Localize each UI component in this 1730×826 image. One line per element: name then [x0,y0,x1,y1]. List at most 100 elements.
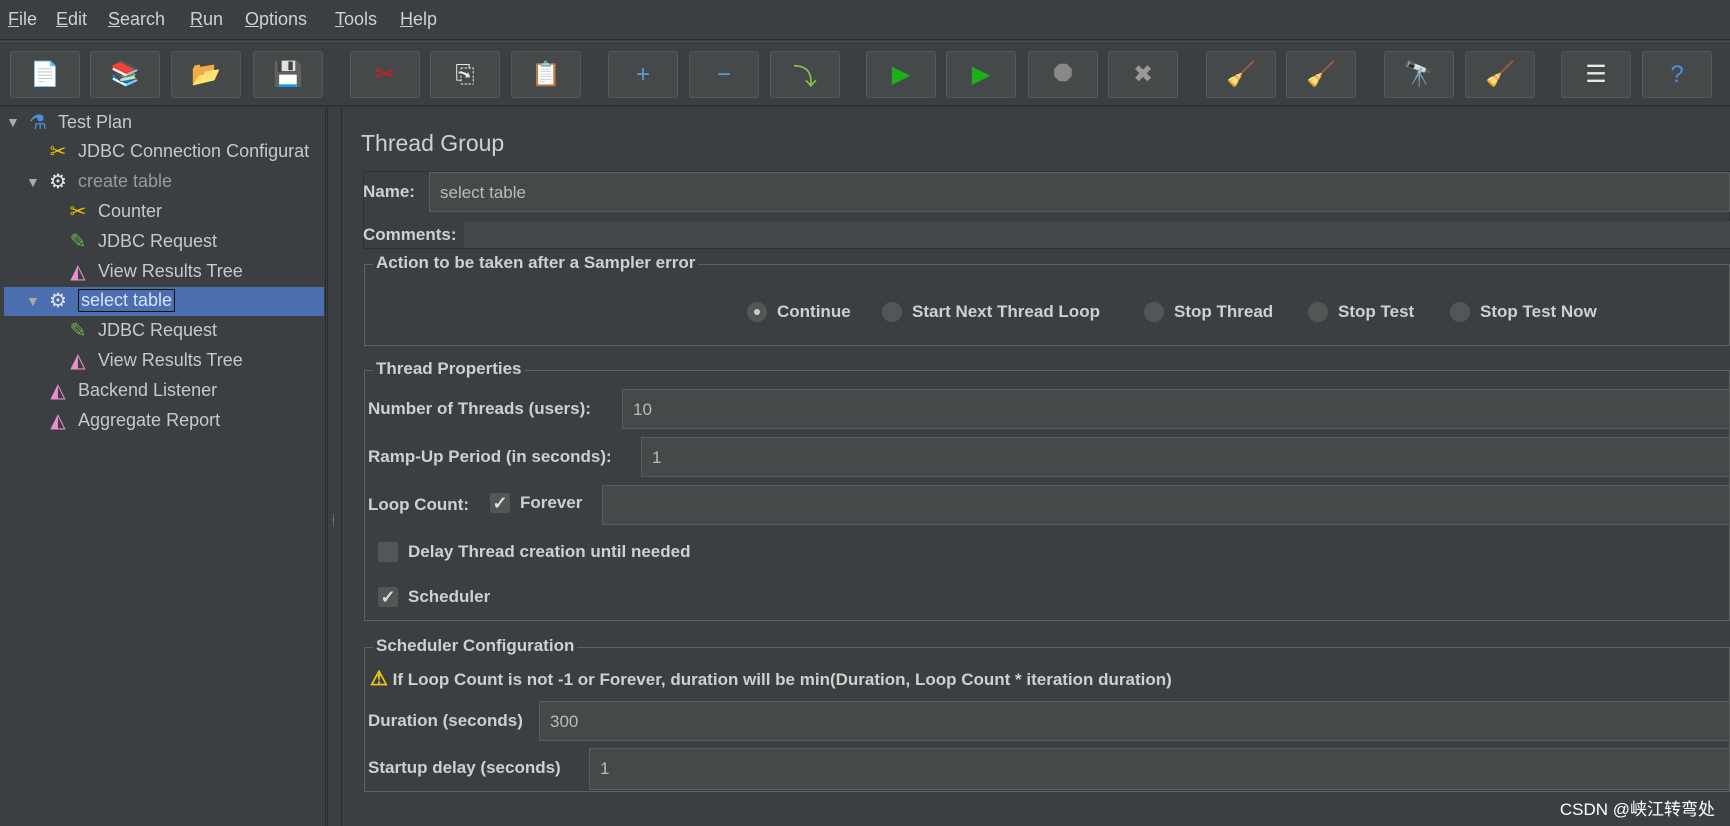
clear-button[interactable]: 🧹 [1206,51,1276,98]
name-input[interactable]: select table [429,172,1730,212]
search-button[interactable]: 🔭 [1384,51,1454,98]
save-button[interactable]: 💾 [253,51,323,98]
radio-continue[interactable]: Continue [747,302,851,322]
delay-thread-checkbox[interactable]: Delay Thread creation until needed [378,542,690,562]
menu-bar: File Edit Search Run Options Tools Help [0,0,1730,40]
menu-run[interactable]: Run [190,9,223,30]
radio-start-next-thread-loop[interactable]: Start Next Thread Loop [882,302,1100,322]
scheduler-checkbox[interactable]: ✓ Scheduler [378,587,490,607]
start-no-pauses-button[interactable]: ▶ [946,51,1016,98]
warning-icon: ⚠ [370,668,388,690]
start-button[interactable]: ▶ [866,51,936,98]
reset-search-button[interactable]: 🧹 [1465,51,1535,98]
tree-item[interactable]: ✂ JDBC Connection Configurat [44,138,310,166]
expand-button[interactable]: + [608,51,678,98]
comments-input[interactable] [464,221,1730,248]
open-button[interactable]: 📂 [171,51,241,98]
expand-toggle-icon[interactable]: ▼ [6,114,24,130]
copy-button[interactable]: ⎘ [430,51,500,98]
tree-item[interactable]: ◭ View Results Tree [64,346,243,374]
menu-options[interactable]: Options [245,9,307,30]
templates-button[interactable]: 📚 [90,51,160,98]
flask-icon: ⚗ [29,111,47,134]
duration-label: Duration (seconds) [368,711,523,730]
tree-item[interactable]: ◭ Backend Listener [44,376,217,404]
clear-all-icon: 🧹 [1306,61,1336,88]
stop-icon: ⯃ [1053,60,1073,88]
save-icon: 💾 [273,61,303,88]
startup-delay-input[interactable]: 1 [589,748,1730,790]
tree-item-label: Backend Listener [78,379,218,400]
function-helper-button[interactable]: ☰ [1561,51,1631,98]
tree-item-label: Test Plan [58,111,133,132]
thread-group-gear-icon: ⚙ [49,171,67,194]
help-button[interactable]: ? [1642,51,1712,98]
tree-item-label: View Results Tree [98,349,243,370]
start-no-pauses-icon: ▶ [971,61,991,88]
thread-group-gear-icon: ⚙ [49,290,67,313]
forever-label: Forever [520,493,583,512]
tree-item-label: select table [78,289,176,313]
forever-checkbox[interactable]: ✓ Forever [490,493,582,513]
tree-item[interactable]: ✎ JDBC Request [64,317,217,345]
sampler-pipette-icon: ✎ [69,320,87,343]
menu-edit[interactable]: Edit [56,9,87,30]
menu-tools[interactable]: Tools [335,9,377,30]
reset-search-icon: 🧹 [1485,61,1515,88]
function-helper-icon: ☰ [1585,61,1607,88]
sampler-error-legend: Action to be taken after a Sampler error [373,253,699,273]
radio-circle-icon [1144,302,1164,322]
menu-help[interactable]: Help [400,9,437,30]
tree-item[interactable]: ✂ Counter [64,197,162,225]
toggle-button[interactable]: ⤵ [770,51,840,98]
tree-item[interactable]: ▼ ⚗ Test Plan [6,108,132,136]
loop-count-input[interactable] [602,485,1730,525]
radio-stop-test-now[interactable]: Stop Test Now [1450,302,1597,322]
expand-icon: + [635,60,650,88]
duration-input[interactable]: 300 [539,701,1730,741]
checkmark-icon: ✓ [378,587,398,607]
tree-item[interactable]: ◭ Aggregate Report [44,406,220,434]
open-icon: 📂 [191,61,221,88]
tree-item-label: Counter [98,200,163,221]
stop-button[interactable]: ⯃ [1028,51,1098,98]
tree-item[interactable]: ▼ ⚙ select table [26,287,176,315]
start-icon: ▶ [891,61,911,88]
collapse-button[interactable]: − [689,51,759,98]
expand-toggle-icon[interactable]: ▼ [26,174,44,190]
warning-message: ⚠ If Loop Count is not -1 or Forever, du… [370,666,1172,691]
tree-item[interactable]: ✎ JDBC Request [64,227,217,255]
shutdown-button[interactable]: ✖ [1108,51,1178,98]
clear-all-button[interactable]: 🧹 [1286,51,1356,98]
menu-search[interactable]: Search [108,9,165,30]
tree-item[interactable]: ◭ View Results Tree [64,257,242,285]
test-plan-tree[interactable]: ▼ ⚗ Test Plan ✂ JDBC Connection Configurat ▼ ⚙… [0,108,326,826]
new-button[interactable]: 📄 [10,51,80,98]
split-pane-divider[interactable]: ⁞ ⁞ [327,108,342,826]
radio-label: Stop Test [1338,302,1415,321]
listener-graph-icon: ◭ [70,349,86,372]
paste-button[interactable]: 📋 [511,51,581,98]
radio-stop-thread[interactable]: Stop Thread [1144,302,1273,322]
tree-item[interactable]: ▼ ⚙ create table [26,168,172,196]
radio-circle-icon [882,302,902,322]
radio-stop-test[interactable]: Stop Test [1308,302,1414,322]
threads-input[interactable]: 10 [622,389,1730,429]
rampup-input[interactable]: 1 [641,437,1730,477]
tree-item-label: create table [78,171,173,192]
radio-label: Continue [777,302,851,321]
scheduler-label: Scheduler [408,587,491,606]
cut-icon: ✂ [374,61,396,88]
splitter-grip-icon: ⁞ ⁞ [332,514,335,529]
sampler-pipette-icon: ✎ [69,230,87,253]
thread-group-panel: Thread Group Name: select table Comments… [343,108,1730,826]
menu-file[interactable]: File [8,9,37,30]
expand-toggle-icon[interactable]: ▼ [26,293,44,309]
radio-label: Start Next Thread Loop [912,302,1100,321]
cut-button[interactable]: ✂ [350,51,420,98]
radio-circle-icon [1308,302,1328,322]
name-label: Name: [363,182,415,201]
templates-icon: 📚 [110,61,140,88]
search-icon: 🔭 [1404,61,1434,88]
clear-icon: 🧹 [1226,61,1256,88]
